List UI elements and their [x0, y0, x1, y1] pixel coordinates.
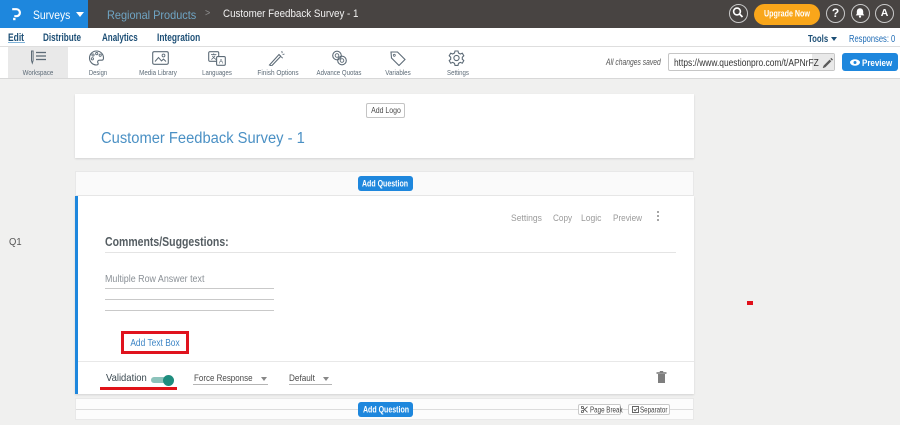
svg-text:A: A [219, 59, 224, 66]
